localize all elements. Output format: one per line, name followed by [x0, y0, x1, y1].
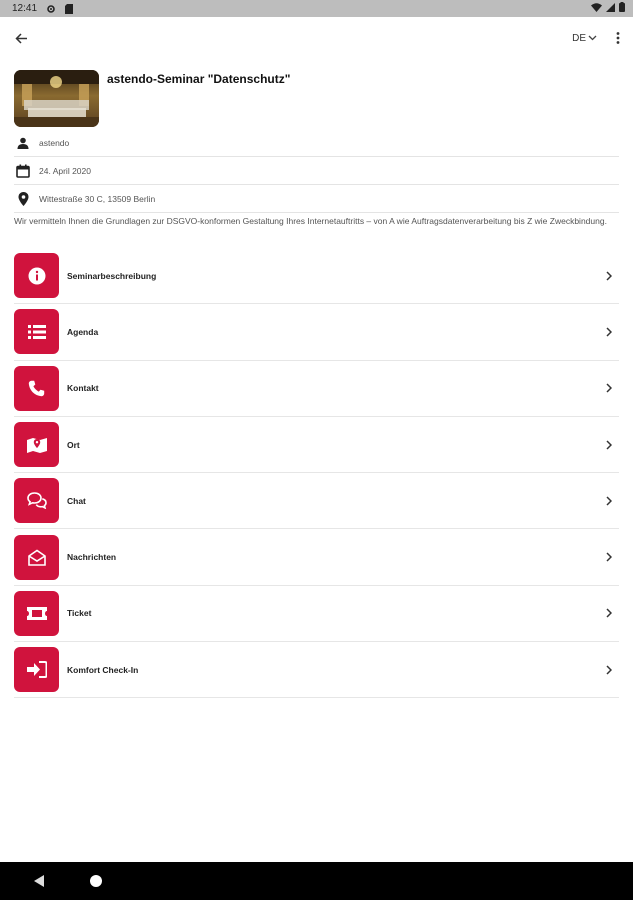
more-options-button[interactable] — [611, 27, 625, 49]
chevron-right-icon — [601, 493, 617, 509]
triangle-back-icon — [34, 875, 44, 887]
signal-icon — [606, 2, 615, 15]
organizer-text: astendo — [39, 137, 70, 148]
chevron-right-icon — [601, 324, 617, 340]
menu-item-label: Ticket — [67, 608, 92, 619]
menu-item-ort[interactable]: Ort — [14, 417, 619, 474]
menu-item-chat[interactable]: Chat — [14, 473, 619, 530]
sd-card-icon — [63, 3, 75, 14]
event-image — [14, 70, 99, 127]
nav-home-button[interactable] — [90, 875, 102, 887]
menu-item-komfort-check-in[interactable]: Komfort Check-In — [14, 642, 619, 699]
chevron-down-icon — [588, 35, 597, 41]
calendar-icon — [14, 162, 32, 180]
info-icon — [14, 253, 59, 299]
event-header: astendo-Seminar "Datenschutz" — [14, 70, 619, 128]
wifi-icon — [591, 2, 602, 15]
menu-item-nachrichten[interactable]: Nachrichten — [14, 529, 619, 586]
address-row: Wittestraße 30 C, 13509 Berlin — [14, 185, 619, 213]
nav-back-button[interactable] — [33, 874, 47, 888]
mail-open-icon — [14, 534, 59, 580]
date-row: 24. April 2020 — [14, 157, 619, 185]
status-bar: 12:41 — [0, 0, 633, 17]
more-vert-icon — [616, 32, 620, 44]
chevron-right-icon — [601, 605, 617, 621]
chevron-right-icon — [601, 380, 617, 396]
menu-item-label: Komfort Check-In — [67, 664, 139, 675]
organizer-row: astendo — [14, 129, 619, 157]
menu-item-label: Kontakt — [67, 383, 99, 394]
address-text: Wittestraße 30 C, 13509 Berlin — [39, 193, 156, 204]
phone-icon — [14, 365, 59, 411]
status-time: 12:41 — [12, 3, 38, 14]
ticket-icon — [14, 590, 59, 636]
menu-item-label: Nachrichten — [67, 552, 117, 563]
menu-item-label: Seminarbeschreibung — [67, 270, 157, 281]
settings-notification-icon — [45, 4, 57, 14]
language-label: DE — [572, 32, 586, 44]
date-text: 24. April 2020 — [39, 165, 91, 176]
app-screen: 12:41 DE astendo-Seminar "Datenschutz" a… — [0, 0, 633, 900]
arrow-left-icon — [14, 32, 27, 44]
menu-item-label: Agenda — [67, 326, 99, 337]
menu-item-ticket[interactable]: Ticket — [14, 586, 619, 643]
checkin-icon — [14, 647, 59, 693]
menu-item-label: Ort — [67, 439, 80, 450]
event-description: Wir vermitteln Ihnen die Grundlagen zur … — [14, 216, 607, 226]
event-menu: Seminarbeschreibung Agenda Kontakt Ort C… — [14, 248, 619, 699]
map-icon — [14, 422, 59, 468]
language-selector[interactable]: DE — [572, 33, 597, 44]
battery-icon — [619, 2, 625, 15]
location-pin-icon — [14, 190, 32, 208]
event-title: astendo-Seminar "Datenschutz" — [107, 72, 291, 86]
person-icon — [14, 134, 32, 152]
list-icon — [14, 309, 59, 355]
menu-item-seminarbeschreibung[interactable]: Seminarbeschreibung — [14, 248, 619, 305]
chat-icon — [14, 478, 59, 524]
chevron-right-icon — [601, 549, 617, 565]
menu-item-kontakt[interactable]: Kontakt — [14, 361, 619, 417]
system-nav-bar — [0, 862, 633, 900]
chevron-right-icon — [601, 268, 617, 284]
app-bar: DE — [0, 17, 633, 59]
chevron-right-icon — [601, 437, 617, 453]
menu-item-label: Chat — [67, 495, 86, 506]
menu-item-agenda[interactable]: Agenda — [14, 304, 619, 361]
back-button[interactable] — [10, 27, 32, 49]
chevron-right-icon — [601, 662, 617, 678]
